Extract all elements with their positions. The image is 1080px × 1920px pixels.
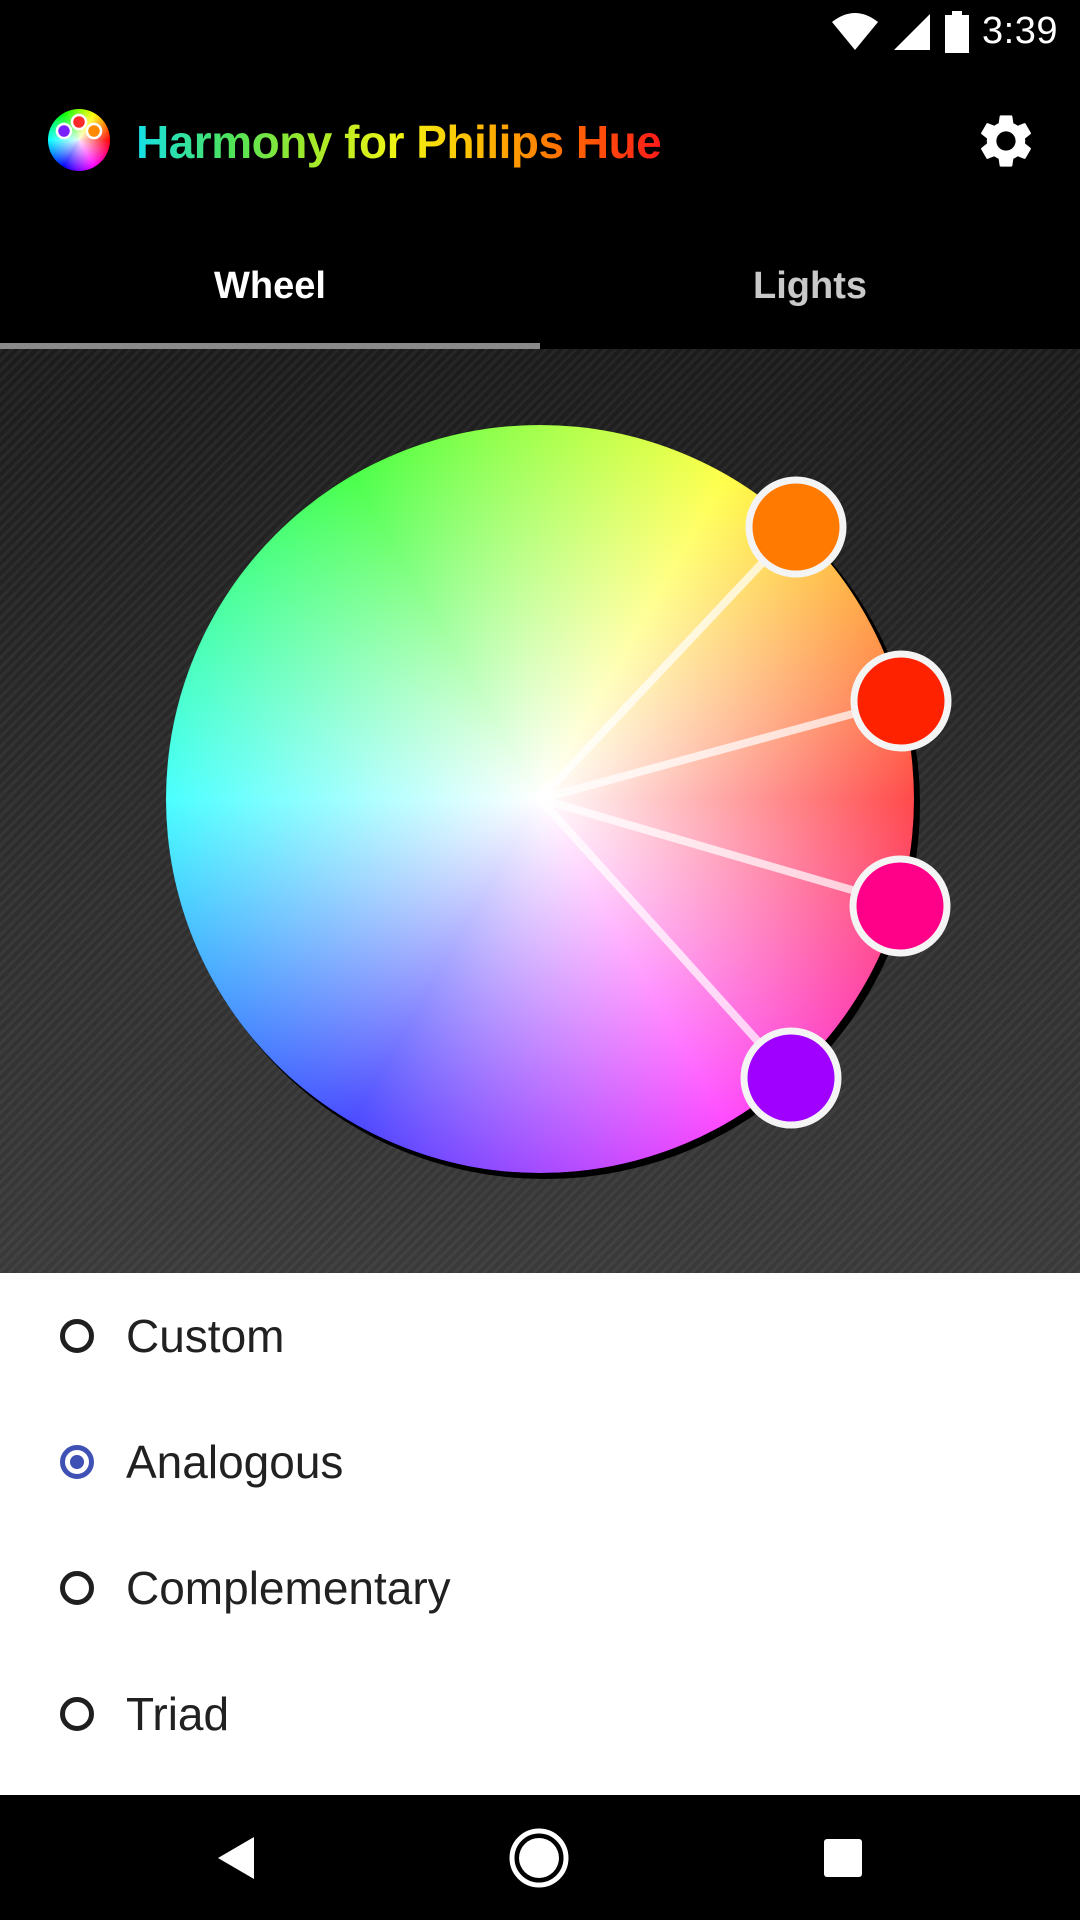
home-icon[interactable]: [506, 1825, 572, 1891]
picker-line-4: [536, 795, 794, 1081]
gear-icon[interactable]: [974, 109, 1038, 173]
tab-lights[interactable]: Lights: [540, 223, 1080, 349]
app-bar: Harmony for Philips Hue: [0, 63, 1080, 223]
harmony-option-triad[interactable]: Triad: [0, 1651, 1080, 1777]
color-picker-overlay: [536, 476, 952, 1129]
status-time: 3:39: [982, 10, 1058, 52]
picker-line-2: [536, 697, 904, 803]
wifi-icon: [832, 12, 879, 50]
harmony-option-label: Custom: [126, 1310, 285, 1362]
app-title: Harmony for Philips Hue: [136, 116, 662, 168]
harmony-options: Custom Analogous Complementary Triad: [0, 1273, 1080, 1795]
recents-icon[interactable]: [810, 1825, 876, 1891]
radio-button[interactable]: [60, 1319, 94, 1353]
picker-line-1: [536, 523, 800, 803]
color-picker-handle-3[interactable]: [849, 855, 951, 957]
picker-line-3: [536, 795, 904, 908]
harmony-option-analogous[interactable]: Analogous: [0, 1399, 1080, 1525]
radio-button-checked[interactable]: [60, 1445, 94, 1479]
navigation-bar: [0, 1795, 1080, 1920]
battery-icon: [945, 10, 970, 53]
tab-wheel[interactable]: Wheel: [0, 223, 540, 349]
app-logo-icon: [48, 109, 110, 171]
harmony-option-label: Complementary: [126, 1562, 451, 1614]
harmony-option-label: Analogous: [126, 1436, 344, 1488]
harmony-option-custom[interactable]: Custom: [0, 1273, 1080, 1399]
radio-button[interactable]: [60, 1571, 94, 1605]
tab-lights-label: Lights: [753, 264, 867, 307]
harmony-option-label: Triad: [126, 1688, 230, 1740]
color-picker-handle-2[interactable]: [850, 650, 952, 752]
cell-signal-icon: [894, 13, 931, 50]
status-bar: 3:39: [0, 0, 1080, 63]
radio-button[interactable]: [60, 1697, 94, 1731]
status-icons: 3:39: [830, 10, 1058, 53]
color-wheel-panel: [0, 349, 1080, 1273]
tab-wheel-label: Wheel: [214, 264, 326, 307]
tab-bar: Wheel Lights: [0, 223, 1080, 349]
color-picker-handle-1[interactable]: [745, 476, 847, 578]
harmony-option-complementary[interactable]: Complementary: [0, 1525, 1080, 1651]
back-icon[interactable]: [204, 1825, 270, 1891]
color-picker-handle-4[interactable]: [740, 1027, 842, 1129]
